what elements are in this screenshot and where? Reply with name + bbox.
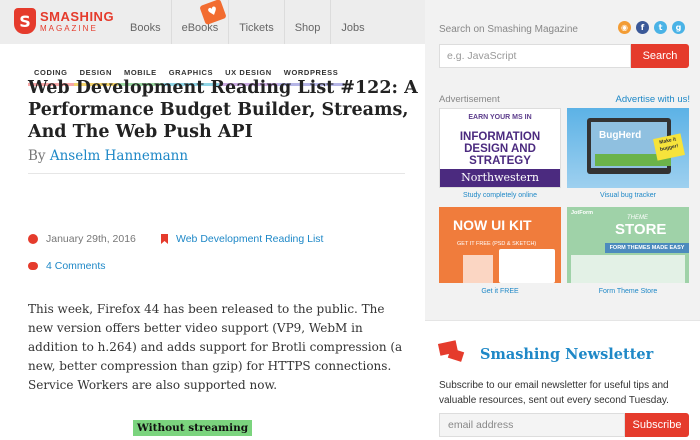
- top-navigation: S SMASHING MAGAZINE Books eBooks Tickets…: [0, 0, 425, 44]
- ad-now-ui-kit[interactable]: NOW UI KIT GET IT FREE (PSD & SKETCH): [439, 207, 561, 283]
- ad-jotform[interactable]: JotForm THEME STORE FORM THEMES MADE EAS…: [567, 207, 689, 283]
- ad1-line1: EARN YOUR MS IN: [468, 114, 532, 121]
- ad1-caption[interactable]: Study completely online: [439, 192, 561, 199]
- google-plus-icon[interactable]: g: [672, 21, 685, 34]
- article-title: Web Development Reading List #122: A Per…: [28, 78, 418, 142]
- ad4-store: STORE: [615, 221, 667, 238]
- advertise-link[interactable]: Advertise with us!: [616, 94, 690, 105]
- ad4-brand: JotForm: [571, 210, 593, 216]
- search-button[interactable]: Search: [631, 44, 689, 68]
- newsletter-title: Smashing Newsletter: [480, 346, 654, 363]
- figure-label: Without streaming: [133, 420, 253, 436]
- ad4-tagline: FORM THEMES MADE EASY: [605, 243, 689, 253]
- ad3-title: NOW UI KIT: [453, 217, 532, 233]
- comments-link[interactable]: 4 Comments: [46, 260, 106, 272]
- byline: By Anselm Hannemann: [28, 148, 188, 164]
- main-nav: Books eBooks Tickets Shop Jobs: [120, 0, 375, 44]
- comments-row: 4 Comments: [28, 260, 106, 272]
- author-link[interactable]: Anselm Hannemann: [50, 148, 188, 164]
- ad3-device-back: [463, 255, 493, 283]
- email-field[interactable]: email address: [439, 413, 625, 437]
- ad2-caption[interactable]: Visual bug tracker: [567, 192, 689, 199]
- subscribe-button[interactable]: Subscribe: [625, 413, 689, 437]
- ad-northwestern[interactable]: EARN YOUR MS IN INFORMATION DESIGN AND S…: [439, 108, 561, 188]
- newsletter-panel: Smashing Newsletter Subscribe to our ema…: [425, 320, 700, 440]
- facebook-icon[interactable]: f: [636, 21, 649, 34]
- advertisement-label: Advertisement: [439, 94, 500, 105]
- smashing-logo[interactable]: S SMASHING MAGAZINE: [14, 8, 114, 34]
- ad2-brand: BugHerd: [599, 130, 642, 141]
- ad4-cards: [571, 255, 685, 283]
- nav-shop[interactable]: Shop: [283, 0, 331, 44]
- byline-prefix: By: [28, 148, 46, 164]
- bookmark-icon: [161, 234, 168, 244]
- twitter-icon[interactable]: t: [654, 21, 667, 34]
- logo-mark-icon: S: [14, 8, 36, 34]
- category-link[interactable]: Web Development Reading List: [176, 233, 323, 245]
- date-row: January 29th, 2016: [28, 233, 136, 245]
- rss-icon[interactable]: ◉: [618, 21, 631, 34]
- nav-tickets[interactable]: Tickets: [228, 0, 283, 44]
- ad1-headline-2: DESIGN AND: [464, 143, 536, 155]
- search-input[interactable]: e.g. JavaScript: [439, 44, 631, 68]
- category-row: Web Development Reading List: [161, 233, 323, 245]
- envelope-shape-2: [447, 348, 465, 362]
- clock-icon: [28, 234, 38, 244]
- logo-line-1: SMASHING: [40, 9, 115, 24]
- nav-jobs[interactable]: Jobs: [330, 0, 374, 44]
- ad1-headline: INFORMATION DESIGN AND STRATEGY: [440, 131, 560, 167]
- ad3-subtitle: GET IT FREE (PSD & SKETCH): [457, 241, 537, 247]
- ad1-headline-3: STRATEGY: [469, 155, 531, 167]
- divider: [28, 173, 405, 174]
- ad3-caption[interactable]: Get it FREE: [439, 288, 561, 295]
- nav-books[interactable]: Books: [120, 0, 171, 44]
- article-body: This week, Firefox 44 has been released …: [28, 302, 403, 392]
- logo-line-2: MAGAZINE: [40, 24, 98, 33]
- search-label: Search on Smashing Magazine: [439, 24, 578, 35]
- ad4-caption[interactable]: Form Theme Store: [567, 288, 689, 295]
- ad3-device: [499, 249, 555, 283]
- ad-bugherd[interactable]: BugHerd Make it bugger!: [567, 108, 689, 188]
- newsletter-description: Subscribe to our email newsletter for us…: [439, 380, 669, 406]
- envelope-icon: [437, 340, 465, 362]
- comment-icon: [28, 262, 38, 270]
- ad1-headline-1: INFORMATION: [459, 131, 541, 143]
- publish-date: January 29th, 2016: [46, 233, 136, 245]
- ad1-brand: Northwestern: [440, 169, 560, 187]
